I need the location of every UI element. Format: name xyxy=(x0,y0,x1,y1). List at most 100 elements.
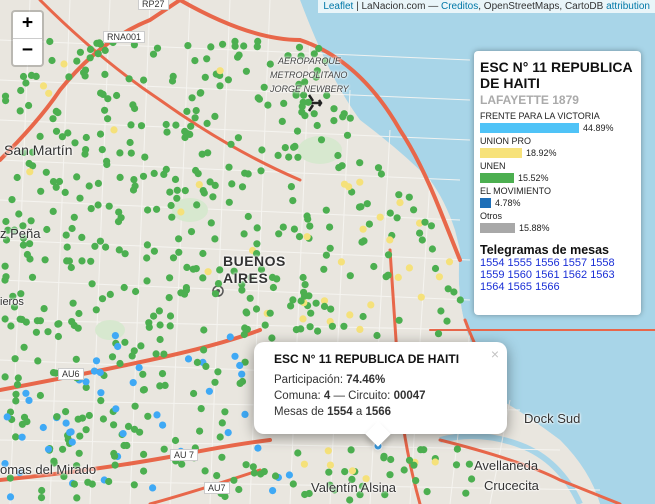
school-dot[interactable] xyxy=(150,312,158,320)
school-dot[interactable] xyxy=(320,265,328,273)
mesa-link[interactable]: 1556 xyxy=(535,257,559,269)
school-dot[interactable] xyxy=(343,131,352,139)
school-dot[interactable] xyxy=(257,470,265,478)
school-dot[interactable] xyxy=(205,387,213,395)
school-dot[interactable] xyxy=(105,202,113,210)
school-dot[interactable] xyxy=(19,72,28,81)
school-dot[interactable] xyxy=(1,315,9,323)
school-dot[interactable] xyxy=(299,273,307,282)
school-dot[interactable] xyxy=(394,273,402,281)
school-dot[interactable] xyxy=(240,330,248,339)
school-dot[interactable] xyxy=(194,170,202,178)
school-dot[interactable] xyxy=(330,117,338,125)
school-dot[interactable] xyxy=(140,467,148,475)
school-dot[interactable] xyxy=(15,210,23,218)
school-dot[interactable] xyxy=(216,82,224,90)
school-dot[interactable] xyxy=(98,146,106,154)
school-dot[interactable] xyxy=(214,280,223,288)
school-dot[interactable] xyxy=(327,305,335,313)
school-dot[interactable] xyxy=(69,299,77,307)
school-dot[interactable] xyxy=(326,223,334,231)
school-dot[interactable] xyxy=(224,76,232,84)
school-dot[interactable] xyxy=(119,430,127,438)
school-dot[interactable] xyxy=(253,224,261,232)
school-dot[interactable] xyxy=(387,455,395,464)
school-dot[interactable] xyxy=(90,367,98,375)
school-dot[interactable] xyxy=(290,225,298,233)
school-dot[interactable] xyxy=(20,343,28,351)
school-dot[interactable] xyxy=(281,144,289,152)
school-dot[interactable] xyxy=(268,334,276,342)
school-dot[interactable] xyxy=(227,140,235,148)
school-dot[interactable] xyxy=(197,405,205,413)
school-dot[interactable] xyxy=(39,423,47,432)
school-dot[interactable] xyxy=(416,229,424,237)
school-dot[interactable] xyxy=(101,46,109,55)
school-dot[interactable] xyxy=(287,183,295,191)
school-dot[interactable] xyxy=(26,240,34,248)
school-dot[interactable] xyxy=(367,301,375,309)
school-dot[interactable] xyxy=(25,159,33,168)
school-dot[interactable] xyxy=(216,67,224,75)
school-dot[interactable] xyxy=(8,196,16,204)
school-dot[interactable] xyxy=(160,350,168,358)
school-dot[interactable] xyxy=(163,128,171,136)
school-dot[interactable] xyxy=(183,130,191,138)
school-dot[interactable] xyxy=(105,477,113,486)
school-dot[interactable] xyxy=(80,69,88,77)
mesa-link[interactable]: 1554 xyxy=(480,257,504,269)
school-dot[interactable] xyxy=(200,346,208,354)
school-dot[interactable] xyxy=(52,183,60,191)
school-dot[interactable] xyxy=(405,456,414,464)
mesa-link[interactable]: 1560 xyxy=(508,269,532,281)
school-dot[interactable] xyxy=(25,396,33,404)
school-dot[interactable] xyxy=(395,316,403,324)
school-dot[interactable] xyxy=(421,218,429,226)
school-dot[interactable] xyxy=(161,381,169,389)
mesa-link[interactable]: 1561 xyxy=(535,269,559,281)
school-dot[interactable] xyxy=(250,469,258,477)
school-dot[interactable] xyxy=(299,98,307,106)
school-dot[interactable] xyxy=(130,481,138,489)
school-dot[interactable] xyxy=(124,422,133,430)
school-dot[interactable] xyxy=(345,183,353,191)
school-dot[interactable] xyxy=(435,273,443,281)
school-dot[interactable] xyxy=(58,133,66,141)
school-dot[interactable] xyxy=(46,37,54,46)
school-dot[interactable] xyxy=(113,91,121,100)
school-dot[interactable] xyxy=(197,89,205,97)
school-dot[interactable] xyxy=(175,248,183,256)
school-dot[interactable] xyxy=(395,191,403,199)
school-dot[interactable] xyxy=(48,56,56,65)
school-dot[interactable] xyxy=(303,233,311,241)
school-dot[interactable] xyxy=(171,175,180,183)
school-dot[interactable] xyxy=(226,333,234,341)
school-dot[interactable] xyxy=(306,222,314,230)
school-dot[interactable] xyxy=(246,294,254,302)
school-dot[interactable] xyxy=(2,217,10,226)
school-dot[interactable] xyxy=(211,112,219,120)
school-dot[interactable] xyxy=(153,205,161,213)
school-dot[interactable] xyxy=(191,114,199,122)
school-dot[interactable] xyxy=(171,436,180,445)
school-dot[interactable] xyxy=(144,412,152,420)
school-dot[interactable] xyxy=(97,397,105,405)
school-dot[interactable] xyxy=(252,305,261,313)
school-dot[interactable] xyxy=(356,159,364,167)
school-dot[interactable] xyxy=(193,358,201,366)
school-dot[interactable] xyxy=(72,355,80,363)
school-dot[interactable] xyxy=(166,322,174,330)
mesa-link[interactable]: 1563 xyxy=(590,269,614,281)
school-dot[interactable] xyxy=(317,136,326,144)
school-dot[interactable] xyxy=(299,315,307,323)
school-dot[interactable] xyxy=(85,182,93,190)
school-dot[interactable] xyxy=(365,220,373,228)
school-dot[interactable] xyxy=(14,374,22,382)
school-dot[interactable] xyxy=(294,449,302,457)
school-dot[interactable] xyxy=(12,397,20,405)
school-dot[interactable] xyxy=(187,122,195,130)
school-dot[interactable] xyxy=(135,364,143,372)
school-dot[interactable] xyxy=(346,496,354,504)
school-dot[interactable] xyxy=(86,45,95,54)
school-dot[interactable] xyxy=(207,43,215,51)
